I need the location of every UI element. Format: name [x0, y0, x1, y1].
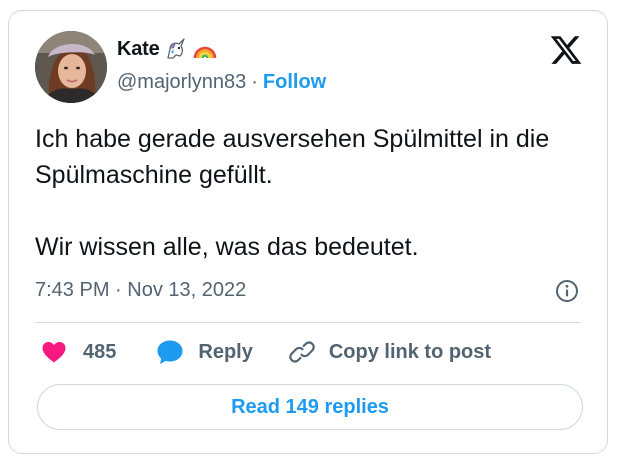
copy-link-button[interactable]: Copy link to post [289, 339, 491, 365]
copy-link-label: Copy link to post [328, 340, 492, 363]
read-replies-label: Read 149 replies [231, 395, 389, 418]
read-replies-button[interactable]: Read 149 replies [37, 384, 583, 430]
reply-button[interactable]: Reply [156, 339, 253, 365]
unicorn-icon [164, 37, 188, 61]
separator-dot: · [251, 71, 258, 93]
author-name[interactable]: Kate [117, 37, 218, 61]
x-logo-icon[interactable] [549, 33, 583, 67]
divider [35, 322, 581, 323]
tweet-text: Ich habe gerade ausversehen Spülmittel i… [35, 121, 595, 265]
avatar[interactable] [35, 31, 107, 103]
handle-row: @majorlynn83 · Follow [117, 71, 326, 94]
like-count: 485 [83, 340, 117, 363]
tweet-card: Kate @majorlynn83 · Follow Ich habe gera… [8, 10, 608, 454]
display-name-text: Kate [117, 37, 160, 60]
rainbow-icon [192, 37, 218, 61]
speech-bubble-icon [156, 339, 184, 365]
like-button[interactable]: 485 [41, 340, 116, 364]
handle[interactable]: @majorlynn83 [117, 71, 246, 94]
follow-button[interactable]: Follow [263, 71, 326, 94]
reply-label: Reply [198, 340, 253, 363]
action-bar: 485 Reply Copy link to post [35, 335, 491, 369]
timestamp[interactable]: 7:43 PM · Nov 13, 2022 [35, 279, 246, 302]
tweet-paragraph: Wir wissen alle, was das bedeutet. [35, 233, 419, 261]
tweet-paragraph: Ich habe gerade ausversehen Spülmittel i… [35, 125, 550, 189]
heart-icon [41, 340, 67, 364]
info-icon[interactable] [555, 279, 579, 303]
link-icon [289, 339, 315, 365]
